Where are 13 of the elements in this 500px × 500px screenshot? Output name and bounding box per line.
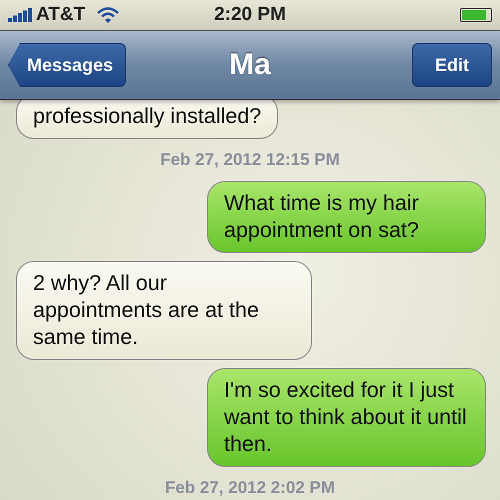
timestamp: Feb 27, 2012 2:02 PM bbox=[164, 478, 336, 498]
carrier-name: AT&T bbox=[36, 4, 86, 26]
edit-button[interactable]: Edit bbox=[412, 43, 492, 87]
wifi-icon bbox=[97, 7, 120, 23]
battery-icon bbox=[460, 8, 492, 22]
clock-time: 2:20 PM bbox=[214, 4, 286, 26]
outgoing-message: I'm so excited for it I just want to think about it until then. bbox=[207, 368, 486, 467]
incoming-message: 2 why? All our appointments are at the same time. bbox=[16, 261, 312, 360]
outgoing-message: What time is my hair appointment on sat? bbox=[207, 181, 486, 253]
conversation-title: Ma bbox=[229, 48, 271, 82]
signal-icon bbox=[8, 8, 32, 22]
back-button[interactable]: Messages bbox=[8, 43, 126, 87]
timestamp: Feb 27, 2012 12:15 PM bbox=[160, 150, 340, 170]
